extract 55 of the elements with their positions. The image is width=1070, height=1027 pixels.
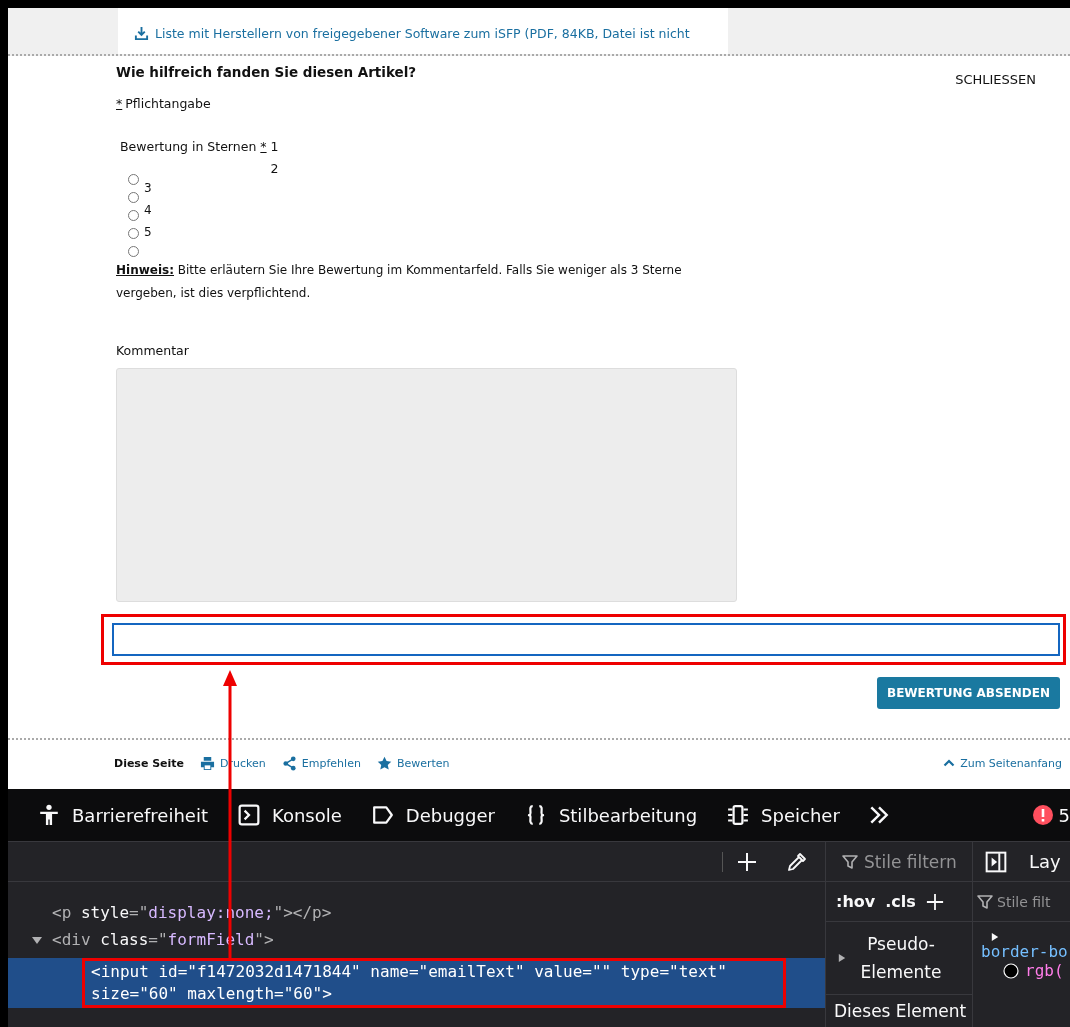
back-to-top-link[interactable]: Zum Seitenanfang [943,756,1062,770]
rating-label: 5 [144,224,152,241]
chip-icon [727,804,750,826]
accessibility-icon [38,804,60,826]
rating-label: 3 [144,180,152,197]
submit-button[interactable]: BEWERTUNG ABSENDEN [877,677,1060,709]
rating-legend: Bewertung in Sternen [120,139,257,154]
color-swatch-icon [1003,962,1019,979]
rating-label: 1 [270,138,279,156]
sidebar-toggle-icon [985,850,1007,873]
layout-tab[interactable]: Lay [1029,851,1061,872]
devtools-tab[interactable]: Stilbearbeitung [522,800,700,830]
console-icon [238,804,260,826]
devtools-tab[interactable]: Speicher [725,800,842,830]
filter-icon [842,853,858,870]
share-icon [281,755,297,771]
css-property: border-bo [980,942,1069,961]
footer-link[interactable]: Bewerten [376,755,450,771]
required-mark: * [260,139,267,154]
footer-link[interactable]: Empfehlen [281,755,361,771]
hint-text: Hinweis: Bitte erläutern Sie Ihre Bewertung im Kommentarfeld. Falls Sie weniger als 3 Sterne vergeben, ist dies verpflichtend. [116,262,683,302]
css-value: rgb( [1025,961,1064,980]
eyedropper-icon [787,851,807,872]
devtools-tab[interactable]: Barrierefreiheit [36,800,210,830]
hov-toggle[interactable]: :hov [836,892,876,911]
expand-triangle-icon [991,932,999,942]
section-label: Dieses Element [833,1000,968,1021]
cls-toggle[interactable]: .cls [885,892,916,911]
comment-label: Kommentar [116,343,190,358]
required-mark: * [116,96,123,111]
expand-triangle-icon [838,953,846,963]
pseudo-elements-toggle[interactable]: Pseudo-Elemente [856,930,946,986]
required-note: Pflichtangabe [125,96,211,111]
page-label: Diese Seite [114,756,185,770]
download-icon [134,26,149,41]
plus-icon [925,892,944,911]
chevron-up-icon [943,757,956,769]
printer-icon [200,755,216,771]
star-icon [376,755,392,771]
error-count: 5 [1058,804,1070,826]
close-link[interactable]: SCHLIESSEN [955,72,1036,87]
rating-label: 4 [144,202,152,219]
filter-field[interactable]: Stile filtern [864,851,957,872]
rating-label: 2 [270,160,279,178]
error-icon [1032,805,1053,825]
download-link[interactable]: Liste mit Herstellern von freigegebener Software zum iSFP (PDF, 84KB, Datei ist nicht [155,26,690,41]
devtools-tab[interactable]: Konsole [236,800,344,830]
comment-field[interactable] [116,368,737,602]
filter-icon [977,893,993,910]
filter-field[interactable]: Stile filt [997,893,1051,910]
form-title: Wie hilfreich fanden Sie diesen Artikel? [116,64,417,80]
text-field[interactable] [112,623,1060,656]
devtools-tab[interactable]: Debugger [369,800,497,830]
tag-shape-icon [371,804,394,826]
plus-icon [722,851,757,872]
